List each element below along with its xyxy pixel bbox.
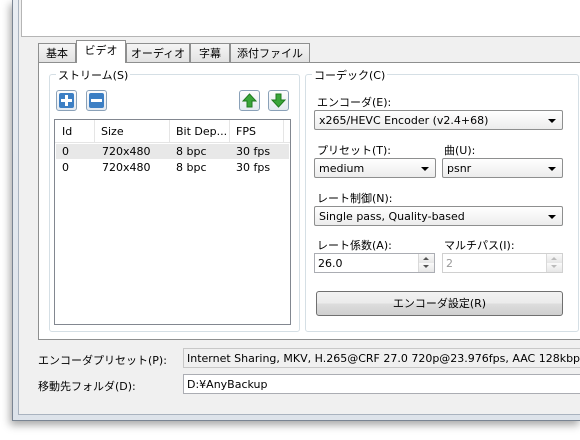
destination-folder-label: 移動先フォルダ(D): xyxy=(38,380,136,393)
multipass-spinner: 2 xyxy=(442,253,563,273)
streams-group-title: ストリーム(S) xyxy=(56,67,131,83)
tab-video[interactable]: ビデオ xyxy=(76,40,126,63)
encoder-settings-button[interactable]: エンコーダ設定(R) xyxy=(316,291,563,316)
table-row[interactable]: 0 720x480 8 bpc 30 fps xyxy=(56,144,289,159)
chevron-down-icon xyxy=(548,119,556,123)
preset-select[interactable]: medium xyxy=(314,158,436,178)
stream-list[interactable]: Id Size Bit Dep... FPS 0 720x480 8 bpc 3… xyxy=(54,119,291,325)
remove-stream-button[interactable] xyxy=(86,90,107,111)
rate-factor-value: 26.0 xyxy=(318,257,343,270)
codec-group-title: コーデック(C) xyxy=(312,67,388,83)
multipass-value: 2 xyxy=(446,257,453,270)
encoder-preset-label: エンコーダプリセット(P): xyxy=(38,354,167,367)
chevron-down-icon xyxy=(548,167,556,171)
cell-size: 720x480 xyxy=(102,145,151,158)
rate-factor-label: レート係数(A): xyxy=(317,239,392,252)
encoder-label: エンコーダ(E): xyxy=(317,96,392,109)
top-pane xyxy=(21,0,580,37)
table-row[interactable]: 0 720x480 8 bpc 30 fps xyxy=(56,160,289,175)
cell-id: 0 xyxy=(62,161,69,174)
list-header: Id Size Bit Dep... FPS xyxy=(55,120,290,143)
multipass-label: マルチパス(I): xyxy=(444,239,515,252)
move-up-button[interactable] xyxy=(239,90,260,111)
cell-id: 0 xyxy=(62,145,69,158)
spin-down-button[interactable] xyxy=(419,263,434,272)
plus-icon xyxy=(59,93,74,108)
cell-bit-depth: 8 bpc xyxy=(176,161,207,174)
rate-control-value: Single pass, Quality-based xyxy=(319,210,465,223)
cell-bit-depth: 8 bpc xyxy=(176,145,207,158)
encoder-preset-field[interactable]: Internet Sharing, MKV, H.265@CRF 27.0 72… xyxy=(183,348,580,368)
preset-label: プリセット(T): xyxy=(317,144,392,157)
encoder-select[interactable]: x265/HEVC Encoder (v2.4+68) xyxy=(314,110,563,130)
minus-icon xyxy=(89,93,104,108)
column-header-bit-depth[interactable]: Bit Dep... xyxy=(176,125,227,138)
tab-attachments[interactable]: 添付ファイル xyxy=(230,43,310,62)
column-header-size[interactable]: Size xyxy=(101,125,124,138)
add-stream-button[interactable] xyxy=(56,90,77,111)
move-down-button[interactable] xyxy=(268,90,289,111)
rate-control-label: レート制御(N): xyxy=(317,192,393,205)
tab-basic[interactable]: 基本 xyxy=(38,43,76,62)
cell-fps: 30 fps xyxy=(236,161,271,174)
rate-factor-spinner[interactable]: 26.0 xyxy=(314,253,435,273)
spin-down-button xyxy=(547,263,562,272)
green-down-arrow-icon xyxy=(271,93,286,108)
destination-folder-field[interactable]: D:¥AnyBackup xyxy=(183,374,580,394)
tune-value: psnr xyxy=(447,162,472,175)
column-header-fps[interactable]: FPS xyxy=(236,125,256,138)
rate-control-select[interactable]: Single pass, Quality-based xyxy=(314,206,563,226)
encoder-preset-value: Internet Sharing, MKV, H.265@CRF 27.0 72… xyxy=(187,352,580,365)
cell-fps: 30 fps xyxy=(236,145,271,158)
green-up-arrow-icon xyxy=(242,93,257,108)
destination-folder-value: D:¥AnyBackup xyxy=(187,378,268,391)
chevron-down-icon xyxy=(548,215,556,219)
tune-label: 曲(U): xyxy=(444,144,476,157)
chevron-down-icon xyxy=(421,167,429,171)
column-header-id[interactable]: Id xyxy=(62,125,72,138)
encoder-value: x265/HEVC Encoder (v2.4+68) xyxy=(319,114,489,127)
tab-audio[interactable]: オーディオ xyxy=(126,43,190,62)
preset-value: medium xyxy=(319,162,365,175)
tab-subtitles[interactable]: 字幕 xyxy=(190,43,230,62)
tune-select[interactable]: psnr xyxy=(442,158,563,178)
cell-size: 720x480 xyxy=(102,161,151,174)
